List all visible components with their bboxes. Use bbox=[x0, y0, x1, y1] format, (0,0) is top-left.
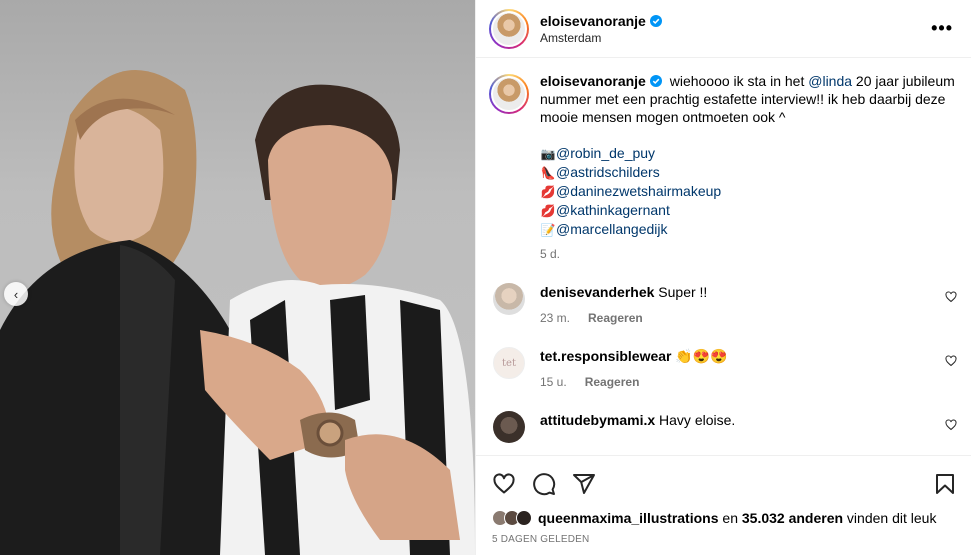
tag-mention[interactable]: @marcellangedijk bbox=[556, 221, 667, 237]
comment-text: 👏😍😍 bbox=[675, 348, 728, 364]
comment-username[interactable]: denisevanderhek bbox=[540, 284, 654, 300]
comments-list[interactable]: eloisevanoranje wiehoooo ik sta in het @… bbox=[476, 58, 971, 455]
comment-item: tet tet.responsiblewear 👏😍😍 15 u. Reagere… bbox=[489, 347, 957, 391]
comment-like-heart-icon[interactable] bbox=[945, 419, 957, 431]
instagram-post: ‹ eloisevanoranje Amsterdam ••• eloiseva… bbox=[0, 0, 971, 555]
comment-username[interactable]: tet.responsiblewear bbox=[540, 348, 672, 364]
author-avatar[interactable] bbox=[489, 8, 529, 49]
tag-mention[interactable]: @daninezwetshairmakeup bbox=[556, 183, 721, 199]
post-photo[interactable]: ‹ bbox=[0, 0, 475, 555]
reply-button[interactable]: Reageren bbox=[585, 373, 640, 391]
tag-line: 💋@kathinkagernant bbox=[540, 201, 957, 220]
previous-photo-button[interactable]: ‹ bbox=[4, 282, 28, 306]
comment-age: 23 m. bbox=[540, 311, 571, 325]
likes-summary[interactable]: queenmaxima_illustrations en 35.032 ande… bbox=[492, 510, 957, 526]
lips-icon: 💋 bbox=[540, 185, 556, 199]
high-heel-icon: 👠 bbox=[540, 166, 556, 180]
comment-text: Super !! bbox=[658, 284, 708, 300]
tag-mention[interactable]: @kathinkagernant bbox=[556, 202, 670, 218]
tag-mention[interactable]: @astridschilders bbox=[556, 164, 660, 180]
likes-suffix: vinden dit leuk bbox=[843, 510, 937, 526]
tag-mention[interactable]: @robin_de_puy bbox=[556, 145, 655, 161]
post-side-panel: eloisevanoranje Amsterdam ••• eloisevano… bbox=[475, 0, 971, 555]
comment-text: Havy eloise. bbox=[659, 412, 736, 428]
post-photo-illustration bbox=[0, 70, 475, 555]
lips-icon: 💋 bbox=[540, 204, 556, 218]
likes-connector: en bbox=[718, 510, 742, 526]
verified-icon bbox=[649, 14, 662, 27]
comment-icon[interactable] bbox=[532, 472, 556, 496]
comment-item: denisevanderhek Super !! 23 m. Reageren bbox=[489, 283, 957, 327]
bookmark-icon[interactable] bbox=[933, 472, 957, 496]
likes-count[interactable]: 35.032 anderen bbox=[742, 510, 843, 526]
liker-username[interactable]: queenmaxima_illustrations bbox=[538, 510, 719, 526]
more-options-button[interactable]: ••• bbox=[927, 18, 957, 39]
caption: eloisevanoranje wiehoooo ik sta in het @… bbox=[489, 72, 957, 263]
comment-avatar[interactable] bbox=[493, 411, 525, 443]
reply-button[interactable]: Reageren bbox=[588, 309, 643, 327]
comment-age: 15 u. bbox=[540, 375, 567, 389]
tag-line: 📝@marcellangedijk bbox=[540, 220, 957, 239]
comment-like-heart-icon[interactable] bbox=[945, 291, 957, 303]
liker-avatars bbox=[492, 510, 532, 526]
post-header: eloisevanoranje Amsterdam ••• bbox=[476, 0, 971, 58]
caption-avatar[interactable] bbox=[489, 74, 529, 114]
like-heart-icon[interactable] bbox=[492, 472, 516, 496]
comment-avatar[interactable] bbox=[493, 283, 525, 315]
tag-line: 💋@daninezwetshairmakeup bbox=[540, 182, 957, 201]
tag-line: 📷@robin_de_puy bbox=[540, 144, 957, 163]
comment-item: attitudebymami.x Havy eloise. bbox=[489, 411, 957, 443]
camera-icon: 📷 bbox=[540, 147, 556, 161]
caption-mention-linda[interactable]: @linda bbox=[808, 73, 852, 89]
tag-line: 👠@astridschilders bbox=[540, 163, 957, 182]
author-username[interactable]: eloisevanoranje bbox=[540, 13, 646, 29]
memo-icon: 📝 bbox=[540, 223, 556, 237]
comment-username[interactable]: attitudebymami.x bbox=[540, 412, 655, 428]
caption-username[interactable]: eloisevanoranje bbox=[540, 72, 646, 90]
share-icon[interactable] bbox=[572, 472, 596, 496]
caption-age: 5 d. bbox=[540, 247, 561, 261]
caption-text-start: wiehoooo ik sta in het bbox=[669, 73, 809, 89]
verified-icon bbox=[649, 75, 662, 87]
post-date[interactable]: 5 DAGEN GELEDEN bbox=[492, 534, 957, 545]
comment-avatar[interactable]: tet bbox=[493, 347, 525, 379]
comment-like-heart-icon[interactable] bbox=[945, 355, 957, 367]
post-actions: queenmaxima_illustrations en 35.032 ande… bbox=[476, 455, 971, 555]
post-location[interactable]: Amsterdam bbox=[540, 31, 927, 45]
